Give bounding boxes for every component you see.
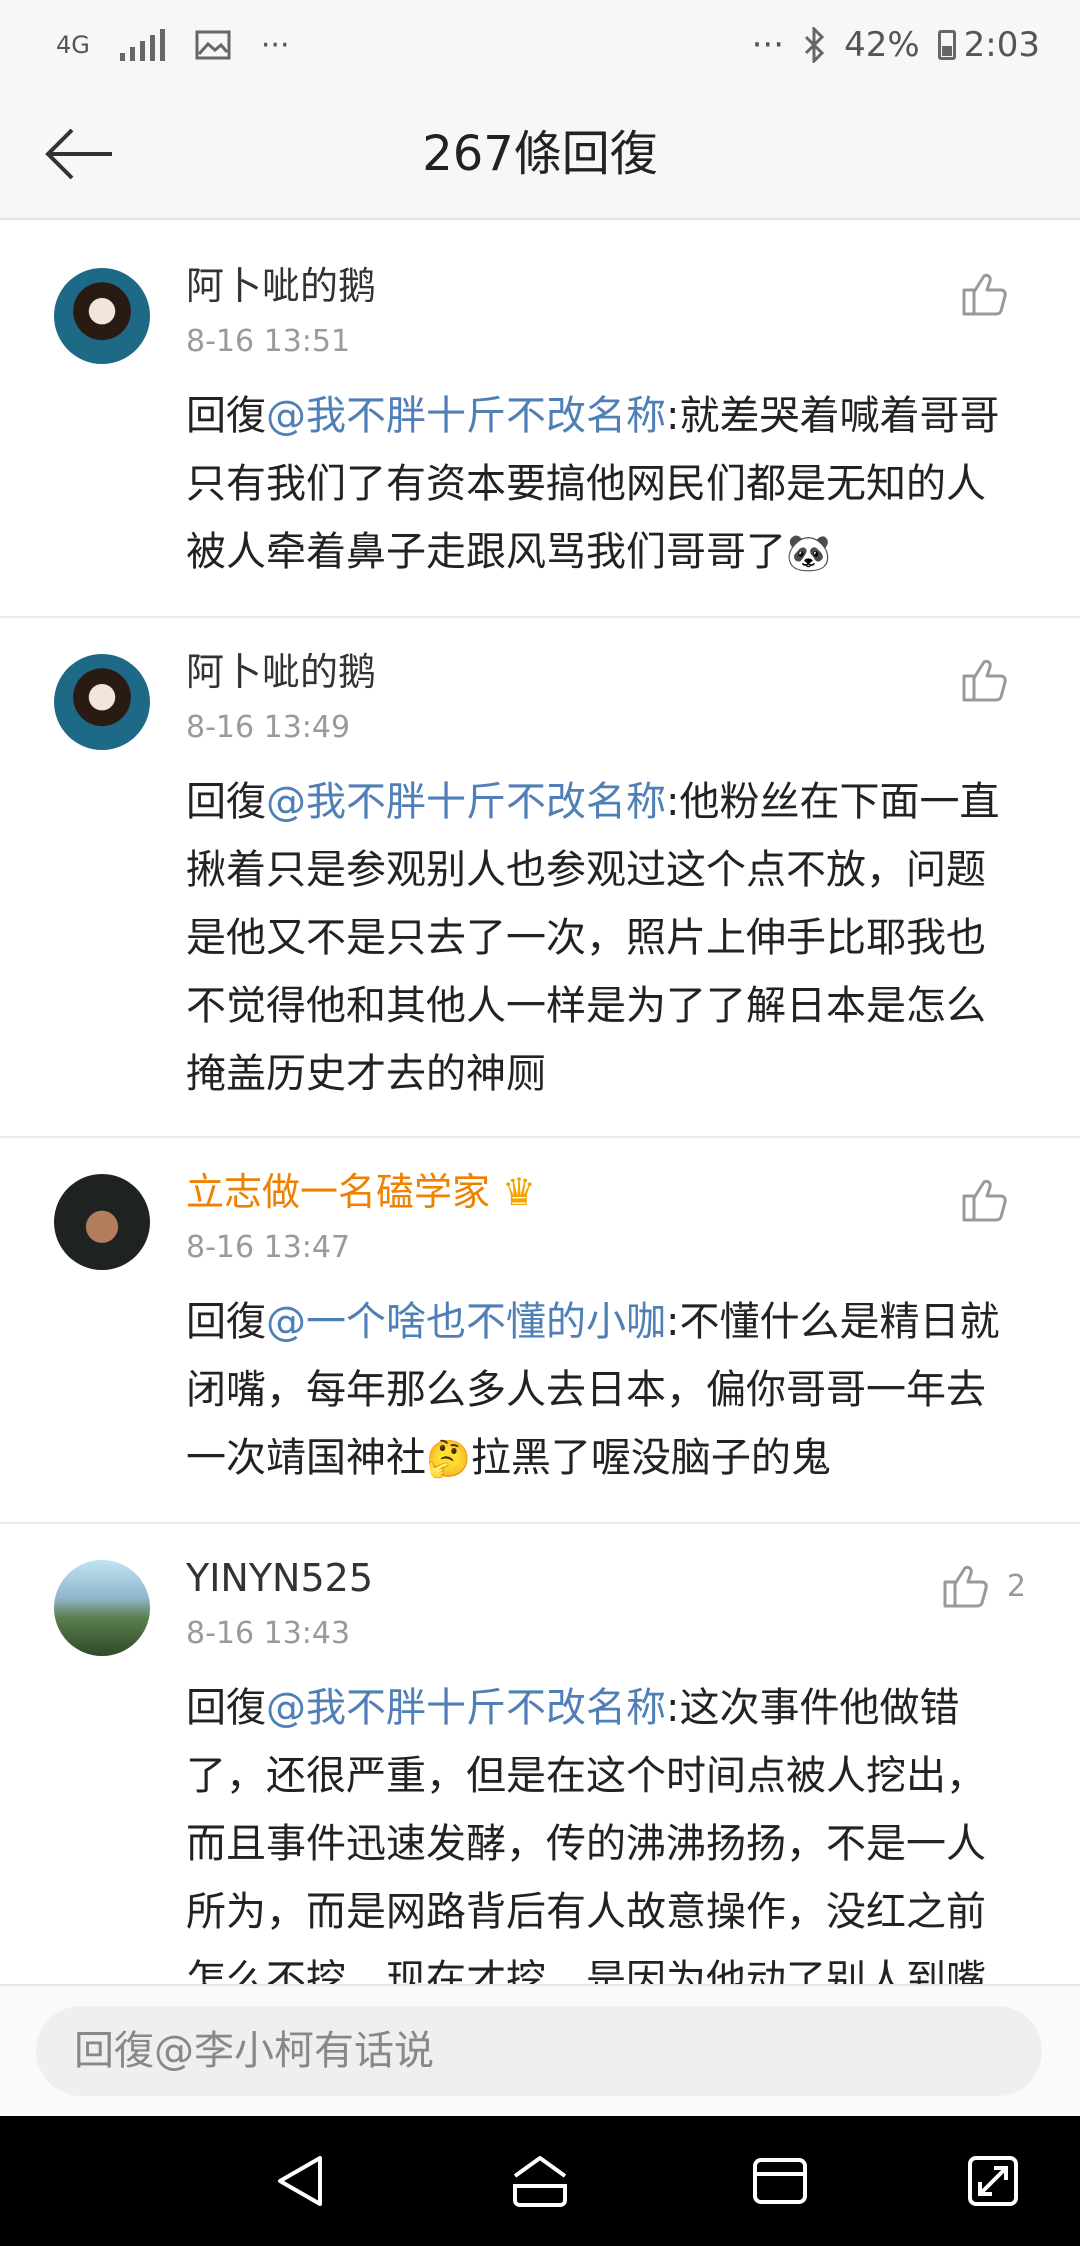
status-more-right: ···: [751, 25, 785, 65]
emoji: 🐼: [786, 533, 831, 574]
like-button[interactable]: [958, 1174, 1026, 1226]
avatar[interactable]: [54, 654, 150, 750]
page-title: 267條回復: [422, 126, 658, 182]
mention-link[interactable]: @一个啥也不懂的小咖: [266, 1299, 666, 1345]
comment-text: 回復@我不胖十斤不改名称:他粉丝在下面一直揪着只是参观别人也参观过这个点不放，问…: [186, 779, 1000, 1097]
thumbs-up-icon: [962, 659, 1007, 702]
nav-home-icon[interactable]: [505, 2146, 575, 2216]
avatar[interactable]: [54, 1560, 150, 1656]
comment-username[interactable]: 阿卜呲的鹅: [186, 264, 1080, 308]
mention-link[interactable]: @我不胖十斤不改名称: [266, 779, 666, 825]
comment-username[interactable]: 立志做一名磕学家 ♛: [186, 1170, 1080, 1214]
thumbs-up-icon: [943, 1565, 988, 1608]
nav-recents-icon[interactable]: [745, 2146, 815, 2216]
reply-bar: 回復@李小柯有话说: [0, 1984, 1080, 2118]
comment-time: 8-16 13:43: [186, 1616, 351, 1651]
reply-input[interactable]: 回復@李小柯有话说: [36, 2006, 1042, 2096]
comment-time: 8-16 13:49: [186, 710, 351, 745]
like-button[interactable]: 2: [939, 1560, 1026, 1612]
comment-item: 阿卜呲的鹅 8-16 13:51 回復@我不胖十斤不改名称:就差哭着喊着哥哥只有…: [0, 232, 1080, 618]
comment-item: 2 YINYN525 8-16 13:43 回復@我不胖十斤不改名称:这次事件他…: [0, 1524, 1080, 1984]
comment-item: 立志做一名磕学家 ♛ 8-16 13:47 回復@一个啥也不懂的小咖:不懂什么是…: [0, 1138, 1080, 1524]
mention-link[interactable]: @我不胖十斤不改名称: [266, 1685, 666, 1731]
comment-text: 回復@一个啥也不懂的小咖:不懂什么是精日就闭嘴，每年那么多人去日本，偏你哥哥一年…: [186, 1288, 1024, 1494]
like-button[interactable]: [958, 654, 1026, 706]
comment-list[interactable]: 阿卜呲的鹅 8-16 13:51 回復@我不胖十斤不改名称:就差哭着喊着哥哥只有…: [0, 232, 1080, 1984]
comment-time: 8-16 13:47: [186, 1230, 351, 1265]
network-type-indicator: 4G: [56, 31, 90, 59]
status-more-left: ···: [260, 27, 290, 63]
battery-percent: 42%: [844, 25, 920, 65]
comment-item: 阿卜呲的鹅 8-16 13:49 回復@我不胖十斤不改名称:他粉丝在下面一直揪着…: [0, 618, 1080, 1138]
image-icon: [195, 30, 231, 60]
comment-text: 回復@我不胖十斤不改名称:就差哭着喊着哥哥只有我们了有资本要搞他网民们都是无知的…: [186, 382, 1024, 588]
nav-screen-toggle-icon[interactable]: [958, 2146, 1028, 2216]
battery-icon: [937, 30, 956, 60]
avatar[interactable]: [54, 1174, 150, 1270]
mention-link[interactable]: @我不胖十斤不改名称: [266, 393, 666, 439]
status-time: 2:03: [963, 25, 1040, 65]
like-count: 2: [1006, 1568, 1026, 1604]
header: 267條回復: [0, 90, 1080, 220]
status-bar: 4G ··· ··· 42% 2:03: [0, 0, 1080, 90]
signal-icon: [119, 29, 165, 61]
emoji: 🤔: [426, 1439, 471, 1480]
crown-badge-icon: ♛: [502, 1170, 537, 1214]
nav-back-icon[interactable]: [266, 2146, 336, 2216]
comment-username[interactable]: 阿卜呲的鹅: [186, 650, 1080, 694]
avatar[interactable]: [54, 268, 150, 364]
comment-time: 8-16 13:51: [186, 324, 351, 359]
comment-text: 回復@我不胖十斤不改名称:这次事件他做错了，还很严重，但是在这个时间点被人挖出，…: [186, 1685, 986, 1984]
reply-placeholder: 回復@李小柯有话说: [74, 2028, 434, 2074]
bluetooth-icon: [805, 27, 825, 63]
like-button[interactable]: [958, 268, 1026, 320]
navigation-bar: [0, 2116, 1080, 2246]
thumbs-up-icon: [962, 273, 1007, 316]
thumbs-up-icon: [962, 1179, 1007, 1222]
